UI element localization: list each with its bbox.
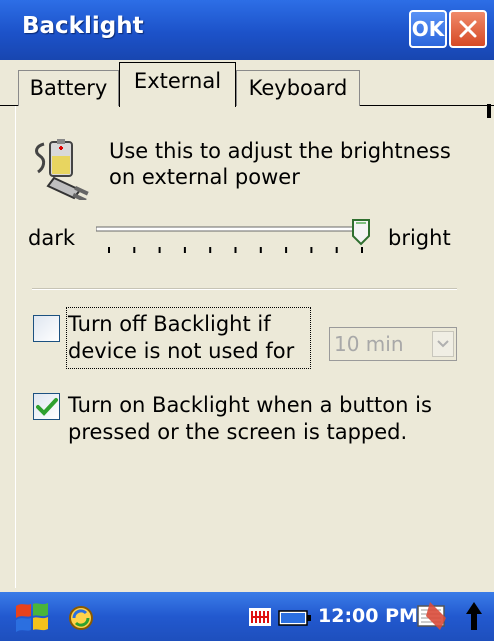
checkmark-icon	[36, 398, 58, 416]
tab-external[interactable]: External	[119, 62, 236, 107]
slider-tick	[259, 247, 262, 253]
turn-on-checkbox[interactable]	[33, 393, 60, 420]
brightness-slider[interactable]	[96, 218, 381, 270]
battery-icon[interactable]	[278, 609, 312, 627]
slider-max-label: bright	[388, 226, 451, 250]
title-bar: Backlight OK	[0, 0, 494, 60]
taskbar: 12:00 PM	[0, 592, 494, 641]
turn-off-label-text: Turn off Backlight if device is not used…	[68, 312, 295, 363]
power-plug-battery-icon	[35, 139, 89, 200]
ok-button[interactable]: OK	[409, 10, 447, 48]
slider-tick	[158, 247, 161, 253]
timeout-value: 10 min	[334, 332, 404, 356]
settings-panel: Battery External Keyboard Use this to ad…	[0, 60, 494, 592]
close-button[interactable]	[449, 10, 487, 48]
slider-tick	[335, 247, 338, 253]
close-icon	[459, 20, 477, 38]
sync-icon[interactable]	[66, 604, 96, 632]
turn-off-checkbox[interactable]	[33, 315, 60, 342]
slider-tick	[234, 247, 237, 253]
signal-icon[interactable]	[248, 606, 272, 628]
slider-tick	[209, 247, 212, 253]
arrow-up-icon[interactable]	[465, 600, 483, 632]
turn-on-label[interactable]: Turn on Backlight when a button is press…	[68, 392, 478, 446]
description-text: Use this to adjust the brightness on ext…	[109, 139, 451, 189]
tab-keyboard[interactable]: Keyboard	[236, 70, 360, 106]
slider-thumb[interactable]	[352, 219, 370, 246]
slider-tick	[183, 247, 186, 253]
slider-tick	[285, 247, 288, 253]
section-divider	[32, 288, 457, 290]
slider-tick	[310, 247, 313, 253]
dropdown-arrow-button[interactable]	[432, 331, 454, 357]
slider-tick	[133, 247, 136, 253]
turn-off-label[interactable]: Turn off Backlight if device is not used…	[68, 311, 308, 365]
chevron-down-icon	[437, 340, 449, 348]
timeout-dropdown[interactable]: 10 min	[329, 327, 457, 361]
scroll-marker	[487, 104, 491, 118]
slider-tick	[361, 247, 363, 253]
windows-start-icon[interactable]	[14, 600, 50, 634]
slider-min-label: dark	[28, 226, 75, 250]
slider-tick	[108, 247, 110, 253]
clock[interactable]: 12:00 PM	[318, 605, 418, 627]
tab-battery[interactable]: Battery	[18, 70, 119, 106]
window-title: Backlight	[22, 13, 144, 39]
keyboard-icon[interactable]	[416, 600, 450, 632]
